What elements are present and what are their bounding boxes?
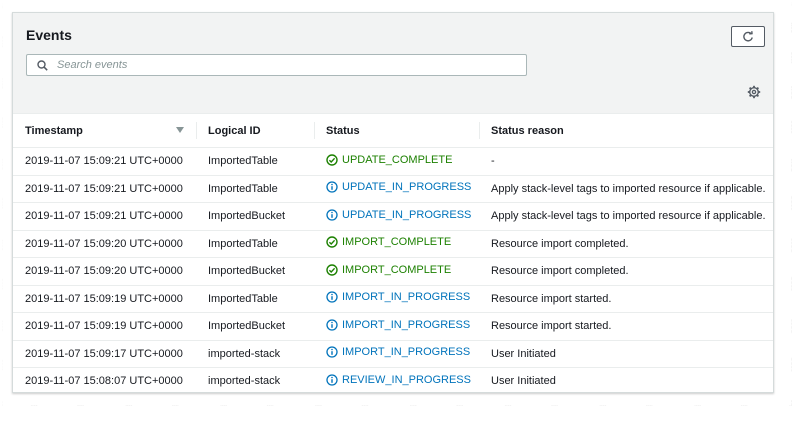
timestamp-cell: 2019-11-07 15:09:17 UTC+0000 — [13, 340, 196, 368]
refresh-icon — [743, 30, 753, 41]
column-header-timestamp[interactable]: Timestamp — [13, 114, 196, 148]
table-settings-button[interactable] — [747, 85, 761, 99]
status-indicator: IMPORT_IN_PROGRESS — [326, 291, 470, 303]
logical-id-cell: ImportedTable — [196, 285, 314, 313]
timestamp-cell: 2019-11-07 15:09:19 UTC+0000 — [13, 312, 196, 341]
status-indicator: UPDATE_IN_PROGRESS — [326, 209, 471, 221]
status-reason-cell: Resource import started. — [479, 285, 773, 313]
timestamp-cell: 2019-11-07 15:09:21 UTC+0000 — [13, 202, 196, 231]
logical-id-cell: ImportedBucket — [196, 312, 314, 341]
sort-descending-icon[interactable] — [176, 127, 184, 133]
status-cell: IMPORT_IN_PROGRESS — [314, 285, 479, 313]
events-panel-header: Events — [13, 13, 773, 114]
timestamp-cell: 2019-11-07 15:09:20 UTC+0000 — [13, 257, 196, 286]
info-circle-icon — [326, 374, 338, 386]
status-label: IMPORT_IN_PROGRESS — [342, 318, 471, 331]
status-indicator: IMPORT_COMPLETE — [326, 236, 451, 248]
status-reason-cell: Apply stack-level tags to imported resou… — [479, 202, 773, 231]
column-header-label: Timestamp — [25, 124, 83, 137]
status-reason-cell: Apply stack-level tags to imported resou… — [479, 175, 773, 203]
info-circle-icon — [326, 346, 338, 358]
timestamp-cell: 2019-11-07 15:09:21 UTC+0000 — [13, 147, 196, 176]
events-table: Timestamp Logical ID Status Status reaso… — [13, 114, 773, 392]
status-reason-cell: - — [479, 147, 773, 176]
status-label: IMPORT_IN_PROGRESS — [342, 346, 471, 359]
table-row[interactable]: 2019-11-07 15:09:20 UTC+0000 ImportedTabl… — [13, 230, 773, 258]
column-header-label: Status reason — [491, 124, 564, 137]
check-circle-icon — [326, 236, 338, 248]
timestamp-cell: 2019-11-07 15:09:19 UTC+0000 — [13, 285, 196, 313]
events-panel: Events Search events Timestamp Logical I… — [12, 12, 774, 393]
check-circle-icon — [326, 264, 338, 276]
logical-id-cell: ImportedBucket — [196, 202, 314, 231]
info-circle-icon — [326, 291, 338, 303]
logical-id-cell: ImportedTable — [196, 230, 314, 258]
search-input[interactable] — [55, 58, 526, 72]
status-reason-cell: User Initiated — [479, 367, 773, 392]
status-cell: IMPORT_COMPLETE — [314, 257, 479, 286]
column-header-label: Status — [326, 124, 360, 137]
status-cell: REVIEW_IN_PROGRESS — [314, 367, 479, 392]
table-row[interactable]: 2019-11-07 15:08:07 UTC+0000 imported-sta… — [13, 367, 773, 392]
gear-icon — [747, 85, 761, 99]
info-circle-icon — [326, 319, 338, 331]
status-label: IMPORT_COMPLETE — [342, 236, 452, 249]
panel-title: Events — [26, 27, 72, 43]
column-header-status: Status — [314, 114, 479, 148]
logical-id-cell: ImportedTable — [196, 147, 314, 176]
status-cell: IMPORT_IN_PROGRESS — [314, 312, 479, 341]
status-reason-cell: Resource import completed. — [479, 257, 773, 286]
status-cell: IMPORT_COMPLETE — [314, 230, 479, 258]
status-reason-cell: User Initiated — [479, 340, 773, 368]
column-header-label: Logical ID — [208, 124, 261, 137]
table-body: 2019-11-07 15:09:21 UTC+0000 ImportedTabl… — [13, 147, 773, 392]
table-row[interactable]: 2019-11-07 15:09:17 UTC+0000 imported-sta… — [13, 340, 773, 368]
status-indicator: IMPORT_COMPLETE — [326, 264, 451, 276]
status-label: UPDATE_IN_PROGRESS — [342, 208, 472, 221]
status-cell: IMPORT_IN_PROGRESS — [314, 340, 479, 368]
timestamp-cell: 2019-11-07 15:09:21 UTC+0000 — [13, 175, 196, 203]
status-cell: UPDATE_IN_PROGRESS — [314, 202, 479, 231]
table-row[interactable]: 2019-11-07 15:09:21 UTC+0000 ImportedBuck… — [13, 202, 773, 231]
status-reason-cell: Resource import completed. — [479, 230, 773, 258]
status-indicator: REVIEW_IN_PROGRESS — [326, 374, 471, 386]
status-indicator: IMPORT_IN_PROGRESS — [326, 319, 470, 331]
status-indicator: UPDATE_COMPLETE — [326, 154, 452, 166]
search-icon — [33, 59, 51, 71]
logical-id-cell: ImportedTable — [196, 175, 314, 203]
table-row[interactable]: 2019-11-07 15:09:19 UTC+0000 ImportedBuck… — [13, 312, 773, 341]
status-cell: UPDATE_IN_PROGRESS — [314, 175, 479, 203]
status-indicator: UPDATE_IN_PROGRESS — [326, 181, 471, 193]
timestamp-cell: 2019-11-07 15:08:07 UTC+0000 — [13, 367, 196, 392]
status-label: UPDATE_COMPLETE — [342, 153, 453, 166]
table-row[interactable]: 2019-11-07 15:09:20 UTC+0000 ImportedBuck… — [13, 257, 773, 286]
column-header-status-reason: Status reason — [479, 114, 773, 148]
info-circle-icon — [326, 209, 338, 221]
status-label: REVIEW_IN_PROGRESS — [342, 373, 471, 386]
status-label: UPDATE_IN_PROGRESS — [342, 181, 472, 194]
info-circle-icon — [326, 181, 338, 193]
table-row[interactable]: 2019-11-07 15:09:21 UTC+0000 ImportedTabl… — [13, 175, 773, 203]
status-label: IMPORT_COMPLETE — [342, 263, 452, 276]
status-label: IMPORT_IN_PROGRESS — [342, 291, 471, 304]
refresh-button[interactable] — [731, 26, 765, 47]
status-indicator: IMPORT_IN_PROGRESS — [326, 346, 470, 358]
search-events-field[interactable] — [26, 54, 527, 76]
timestamp-cell: 2019-11-07 15:09:20 UTC+0000 — [13, 230, 196, 258]
check-circle-icon — [326, 154, 338, 166]
logical-id-cell: imported-stack — [196, 340, 314, 368]
table-row[interactable]: 2019-11-07 15:09:19 UTC+0000 ImportedTabl… — [13, 285, 773, 313]
column-header-logical-id: Logical ID — [196, 114, 314, 148]
table-header-row: Timestamp Logical ID Status Status reaso… — [13, 114, 773, 148]
table-row[interactable]: 2019-11-07 15:09:21 UTC+0000 ImportedTabl… — [13, 147, 773, 176]
logical-id-cell: imported-stack — [196, 367, 314, 392]
logical-id-cell: ImportedBucket — [196, 257, 314, 286]
status-cell: UPDATE_COMPLETE — [314, 147, 479, 176]
status-reason-cell: Resource import started. — [479, 312, 773, 341]
